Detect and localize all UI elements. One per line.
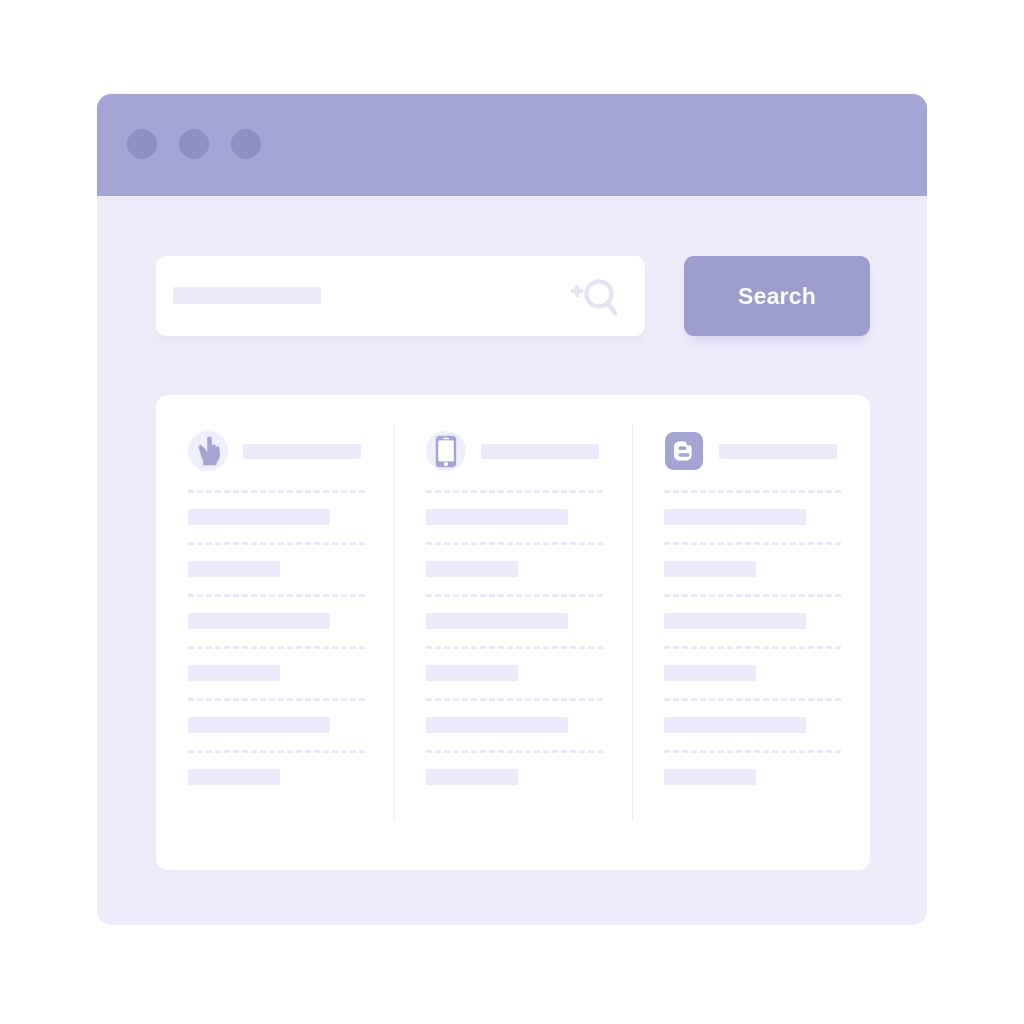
list-item[interactable]: [664, 509, 806, 525]
row-separator: [664, 490, 841, 493]
row-separator: [188, 490, 365, 493]
row-separator: [188, 594, 365, 597]
row-separator: [664, 750, 841, 753]
search-button[interactable]: Search: [684, 256, 870, 336]
close-dot[interactable]: [127, 129, 157, 159]
row-separator: [664, 698, 841, 701]
result-column-3: [632, 395, 870, 870]
maximize-dot[interactable]: [231, 129, 261, 159]
zoom-in-magnifier-icon: [565, 277, 623, 317]
list-item[interactable]: [188, 561, 281, 577]
list-item[interactable]: [426, 665, 519, 681]
search-input[interactable]: [156, 256, 645, 336]
smartphone-icon: [426, 431, 466, 471]
minimize-dot[interactable]: [179, 129, 209, 159]
row-separator: [188, 750, 365, 753]
result-rows-1: [188, 490, 365, 785]
row-separator: [426, 542, 603, 545]
column-title-1: [243, 443, 361, 459]
list-item[interactable]: [664, 665, 757, 681]
list-item[interactable]: [664, 717, 806, 733]
column-title-2: [481, 443, 599, 459]
screenshot-root: Search: [0, 0, 1024, 1024]
row-separator: [426, 646, 603, 649]
result-rows-3: [664, 490, 841, 785]
browser-window: Search: [97, 94, 927, 925]
window-title-bar: [97, 94, 927, 196]
list-item[interactable]: [426, 613, 568, 629]
list-item[interactable]: [188, 613, 330, 629]
list-item[interactable]: [664, 613, 806, 629]
row-separator: [188, 698, 365, 701]
list-item[interactable]: [664, 561, 757, 577]
list-item[interactable]: [188, 509, 330, 525]
pointing-hand-icon: [188, 431, 228, 471]
column-header-3: [664, 428, 841, 474]
column-header-2: [426, 428, 603, 474]
row-separator: [426, 594, 603, 597]
list-item[interactable]: [426, 561, 519, 577]
row-separator: [426, 698, 603, 701]
list-item[interactable]: [426, 769, 519, 785]
list-item[interactable]: [188, 665, 281, 681]
row-separator: [664, 542, 841, 545]
list-item[interactable]: [426, 509, 568, 525]
search-bar: Search: [156, 256, 870, 336]
result-rows-2: [426, 490, 603, 785]
list-item[interactable]: [426, 717, 568, 733]
row-separator: [188, 646, 365, 649]
blogger-logo-icon: [664, 431, 704, 471]
result-column-1: [156, 395, 394, 870]
list-item[interactable]: [188, 717, 330, 733]
column-header-1: [188, 428, 365, 474]
row-separator: [188, 542, 365, 545]
result-column-2: [394, 395, 632, 870]
results-card: [156, 395, 870, 870]
row-separator: [426, 490, 603, 493]
column-title-3: [719, 443, 837, 459]
row-separator: [426, 750, 603, 753]
list-item[interactable]: [664, 769, 757, 785]
row-separator: [664, 646, 841, 649]
search-input-value: [173, 287, 321, 304]
list-item[interactable]: [188, 769, 281, 785]
window-controls: [127, 129, 261, 159]
row-separator: [664, 594, 841, 597]
results-columns: [156, 395, 870, 870]
